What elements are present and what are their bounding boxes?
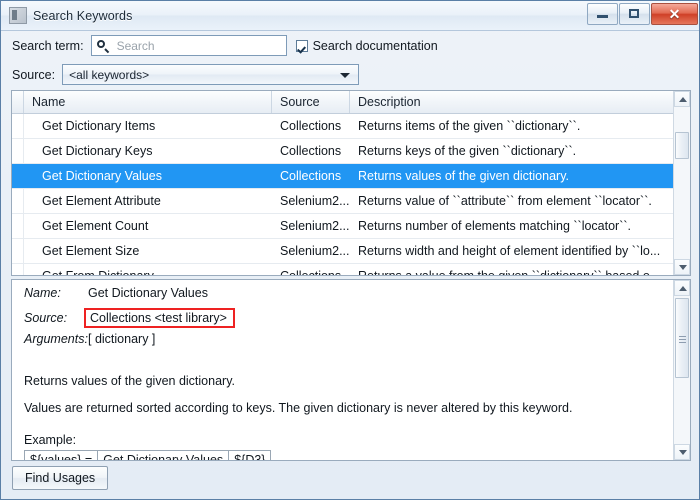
source-label: Source: xyxy=(12,67,56,82)
source-filter-row: Source: <all keywords> xyxy=(1,61,699,88)
chevron-down-icon xyxy=(340,73,351,78)
detail-name-label: Name: xyxy=(24,286,61,300)
search-term-label: Search term: xyxy=(12,38,84,53)
detail-name-row: Name: Get Dictionary Values xyxy=(12,286,690,307)
example-cell-keyword: Get Dictionary Values xyxy=(97,450,230,460)
detail-arguments-label: Arguments: xyxy=(24,332,88,346)
table-header-description[interactable]: Description xyxy=(350,91,690,113)
table-header-name[interactable]: Name xyxy=(24,91,272,113)
row-name: Get From Dictionary xyxy=(42,269,154,276)
row-gutter xyxy=(12,189,24,213)
table-row[interactable]: Get Element Count Selenium2... Returns n… xyxy=(12,214,690,239)
details-scrollbar-thumb[interactable] xyxy=(675,298,689,378)
grip-line-icon xyxy=(679,342,686,343)
close-icon: ✕ xyxy=(668,5,681,22)
detail-source-row: Source: Collections <test library> xyxy=(12,307,690,332)
app-icon xyxy=(9,7,27,24)
checkbox-checked-icon xyxy=(295,39,308,52)
window-controls: ✕ xyxy=(587,3,698,25)
table-header-source[interactable]: Source xyxy=(272,91,350,113)
close-button[interactable]: ✕ xyxy=(651,3,698,25)
row-source: Collections xyxy=(280,269,342,276)
table-header-gutter xyxy=(12,91,24,113)
keywords-table: Name Source Description Get Dictionary I… xyxy=(11,90,691,276)
search-keywords-window: Search Keywords ✕ Search term: Search do… xyxy=(0,0,700,500)
grip-line-icon xyxy=(679,336,686,337)
detail-example-row: ${values} = Get Dictionary Values ${D3} xyxy=(12,450,690,460)
table-row[interactable]: Get From Dictionary Collections Returns … xyxy=(12,264,690,276)
row-gutter xyxy=(12,264,24,275)
example-cell-argument: ${D3} xyxy=(228,450,272,460)
detail-arguments-row: Arguments: [ dictionary ] xyxy=(12,332,690,353)
source-dropdown[interactable]: <all keywords> xyxy=(62,64,360,85)
row-source: Collections xyxy=(280,169,342,183)
table-row[interactable]: Get Dictionary Items Collections Returns… xyxy=(12,114,690,139)
minimize-icon xyxy=(597,15,608,18)
table-scrollbar[interactable] xyxy=(673,91,690,275)
row-source: Collections xyxy=(280,119,342,133)
scroll-up-button[interactable] xyxy=(674,91,690,107)
restore-button[interactable] xyxy=(619,3,650,25)
row-gutter xyxy=(12,239,24,263)
detail-example-label: Example: xyxy=(24,433,77,447)
restore-icon xyxy=(629,9,639,18)
row-name: Get Dictionary Items xyxy=(42,119,156,133)
row-source: Selenium2... xyxy=(280,194,350,208)
row-description: Returns number of elements matching ``lo… xyxy=(358,219,632,233)
detail-arguments-value: [ dictionary ] xyxy=(88,332,156,346)
example-cell-variable: ${values} = xyxy=(24,450,99,460)
keyword-details-panel: Name: Get Dictionary Values Source: Coll… xyxy=(11,279,691,461)
table-body: Get Dictionary Items Collections Returns… xyxy=(12,114,690,276)
table-row[interactable]: Get Element Size Selenium2... Returns wi… xyxy=(12,239,690,264)
title-bar: Search Keywords ✕ xyxy=(1,1,699,31)
source-dropdown-value: <all keywords> xyxy=(69,67,150,82)
find-usages-button[interactable]: Find Usages xyxy=(12,466,109,490)
minimize-button[interactable] xyxy=(587,3,618,25)
row-gutter xyxy=(12,139,24,163)
search-documentation-checkbox[interactable]: Search documentation xyxy=(295,38,438,53)
row-description: Returns keys of the given ``dictionary``… xyxy=(358,144,577,158)
row-description: Returns items of the given ``dictionary`… xyxy=(358,119,581,133)
scroll-down-button[interactable] xyxy=(674,259,690,275)
search-documentation-label: Search documentation xyxy=(312,38,438,53)
row-description: Returns width and height of element iden… xyxy=(358,244,661,258)
triangle-up-icon xyxy=(679,286,687,291)
table-scrollbar-thumb[interactable] xyxy=(675,132,689,159)
row-gutter xyxy=(12,214,24,238)
search-input[interactable] xyxy=(114,37,279,54)
row-name: Get Dictionary Keys xyxy=(42,144,153,158)
search-term-row: Search term: Search documentation xyxy=(1,31,699,60)
row-source: Selenium2... xyxy=(280,244,350,258)
row-name: Get Element Attribute xyxy=(42,194,161,208)
row-gutter xyxy=(12,164,24,188)
window-title: Search Keywords xyxy=(33,8,133,23)
detail-doc-paragraph-1: Returns values of the given dictionary. xyxy=(24,374,235,388)
detail-doc-paragraph-2: Values are returned sorted according to … xyxy=(24,401,573,415)
detail-name-value: Get Dictionary Values xyxy=(88,286,208,300)
triangle-down-icon xyxy=(679,265,687,270)
detail-source-value-highlighted: Collections <test library> xyxy=(84,308,235,328)
details-scroll-up-button[interactable] xyxy=(674,280,690,296)
triangle-down-icon xyxy=(679,450,687,455)
search-icon xyxy=(96,39,110,53)
table-row[interactable]: Get Element Attribute Selenium2... Retur… xyxy=(12,189,690,214)
details-scrollbar[interactable] xyxy=(673,280,690,460)
row-name: Get Dictionary Values xyxy=(42,169,162,183)
search-input-wrapper[interactable] xyxy=(90,35,287,56)
row-description: Returns values of the given dictionary. xyxy=(358,169,569,183)
detail-source-label: Source: xyxy=(24,311,68,325)
table-header-row: Name Source Description xyxy=(12,91,690,114)
row-name: Get Element Size xyxy=(42,244,140,258)
row-description: Returns value of ``attribute`` from elem… xyxy=(358,194,652,208)
triangle-up-icon xyxy=(679,97,687,102)
row-source: Selenium2... xyxy=(280,219,350,233)
grip-line-icon xyxy=(679,339,686,340)
row-description: Returns a value from the given ``diction… xyxy=(358,269,661,276)
table-row-selected[interactable]: Get Dictionary Values Collections Return… xyxy=(12,164,690,189)
table-row[interactable]: Get Dictionary Keys Collections Returns … xyxy=(12,139,690,164)
row-gutter xyxy=(12,114,24,138)
row-source: Collections xyxy=(280,144,342,158)
row-name: Get Element Count xyxy=(42,219,149,233)
details-scroll-down-button[interactable] xyxy=(674,444,690,460)
